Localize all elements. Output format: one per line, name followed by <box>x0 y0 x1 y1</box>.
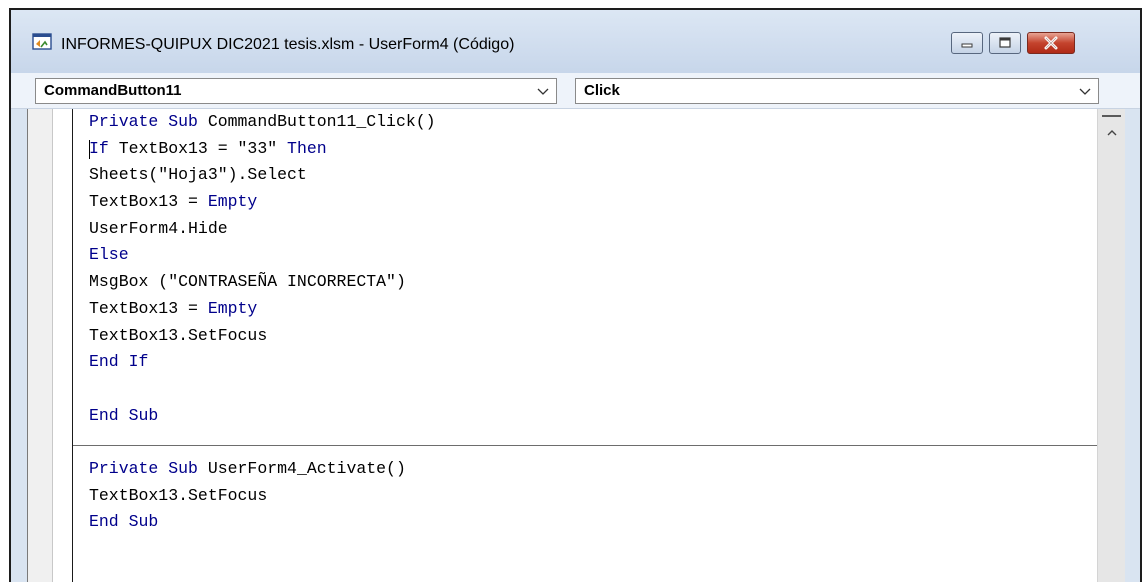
code-text: TextBox13.SetFocus <box>89 485 268 505</box>
title-bar[interactable]: INFORMES-QUIPUX DIC2021 tesis.xlsm - Use… <box>11 10 1140 73</box>
code-line[interactable] <box>89 429 1098 456</box>
code-window: INFORMES-QUIPUX DIC2021 tesis.xlsm - Use… <box>9 8 1142 582</box>
close-icon <box>1044 36 1058 50</box>
keyword: End If <box>89 352 149 372</box>
code-line[interactable]: Sheets("Hoja3").Select <box>89 162 1098 189</box>
code-text: CommandButton11_Click() <box>197 112 436 131</box>
code-line[interactable]: End Sub <box>89 509 1098 536</box>
close-button[interactable] <box>1027 32 1075 54</box>
code-line[interactable]: If TextBox13 = "33" Then <box>89 136 1098 163</box>
code-line[interactable]: End Sub <box>89 403 1098 430</box>
keyword: Empty <box>207 298 258 318</box>
code-body[interactable]: Private Sub CommandButton11_Click() If T… <box>89 109 1098 536</box>
keyword: Then <box>287 138 327 158</box>
code-line[interactable]: UserForm4.Hide <box>89 216 1098 243</box>
maximize-button[interactable] <box>989 32 1021 54</box>
chevron-down-icon <box>1079 88 1091 95</box>
code-toolbar: CommandButton11 Click <box>11 73 1140 109</box>
object-dropdown-value: CommandButton11 <box>44 82 182 99</box>
vba-code-window-icon <box>32 33 52 50</box>
keyword: Private Sub <box>89 112 198 131</box>
code-text: TextBox13 = <box>89 298 208 318</box>
code-text: TextBox13 = "33" <box>108 138 288 158</box>
code-text: Sheets("Hoja3").Select <box>89 165 307 185</box>
code-text: TextBox13 = <box>89 192 208 212</box>
code-line[interactable]: Private Sub UserForm4_Activate() <box>89 456 1098 483</box>
code-line[interactable]: TextBox13.SetFocus <box>89 323 1098 350</box>
keyword: End Sub <box>89 405 159 425</box>
code-line[interactable]: TextBox13.SetFocus <box>89 483 1098 510</box>
keyword: If <box>89 138 109 158</box>
procedure-dropdown-value: Click <box>584 82 620 99</box>
text-cursor <box>89 139 90 159</box>
maximize-icon <box>999 37 1011 48</box>
procedure-separator <box>73 445 1098 446</box>
keyword: Empty <box>207 192 258 212</box>
chevron-down-icon <box>537 88 549 95</box>
minimize-icon <box>961 43 973 48</box>
margin-indicator-bar[interactable] <box>28 109 53 582</box>
code-text: UserForm4_Activate() <box>197 458 406 478</box>
gutter-divider <box>72 109 73 582</box>
window-frame-right <box>1125 109 1140 582</box>
minimize-button[interactable] <box>951 32 983 54</box>
procedure-dropdown[interactable]: Click <box>575 78 1099 104</box>
code-line[interactable]: Private Sub CommandButton11_Click() <box>89 109 1098 136</box>
object-dropdown[interactable]: CommandButton11 <box>35 78 557 104</box>
keyword: End Sub <box>89 512 159 532</box>
code-line[interactable]: TextBox13 = Empty <box>89 296 1098 323</box>
code-line[interactable]: TextBox13 = Empty <box>89 189 1098 216</box>
code-line[interactable]: Else <box>89 242 1098 269</box>
keyword: Private Sub <box>89 458 198 478</box>
code-text: MsgBox ("CONTRASEÑA INCORRECTA") <box>89 272 406 292</box>
code-text: TextBox13.SetFocus <box>89 325 268 345</box>
code-editor[interactable]: Private Sub CommandButton11_Click() If T… <box>27 109 1126 582</box>
code-line[interactable] <box>89 376 1098 403</box>
vertical-scrollbar[interactable] <box>1097 109 1126 582</box>
code-line[interactable]: End If <box>89 349 1098 376</box>
code-text: UserForm4.Hide <box>89 218 228 238</box>
split-bar-grip[interactable] <box>1102 115 1121 117</box>
code-line[interactable]: MsgBox ("CONTRASEÑA INCORRECTA") <box>89 269 1098 296</box>
window-title: INFORMES-QUIPUX DIC2021 tesis.xlsm - Use… <box>61 36 515 53</box>
scroll-up-arrow-icon[interactable] <box>1106 128 1118 138</box>
keyword: Else <box>89 245 129 265</box>
